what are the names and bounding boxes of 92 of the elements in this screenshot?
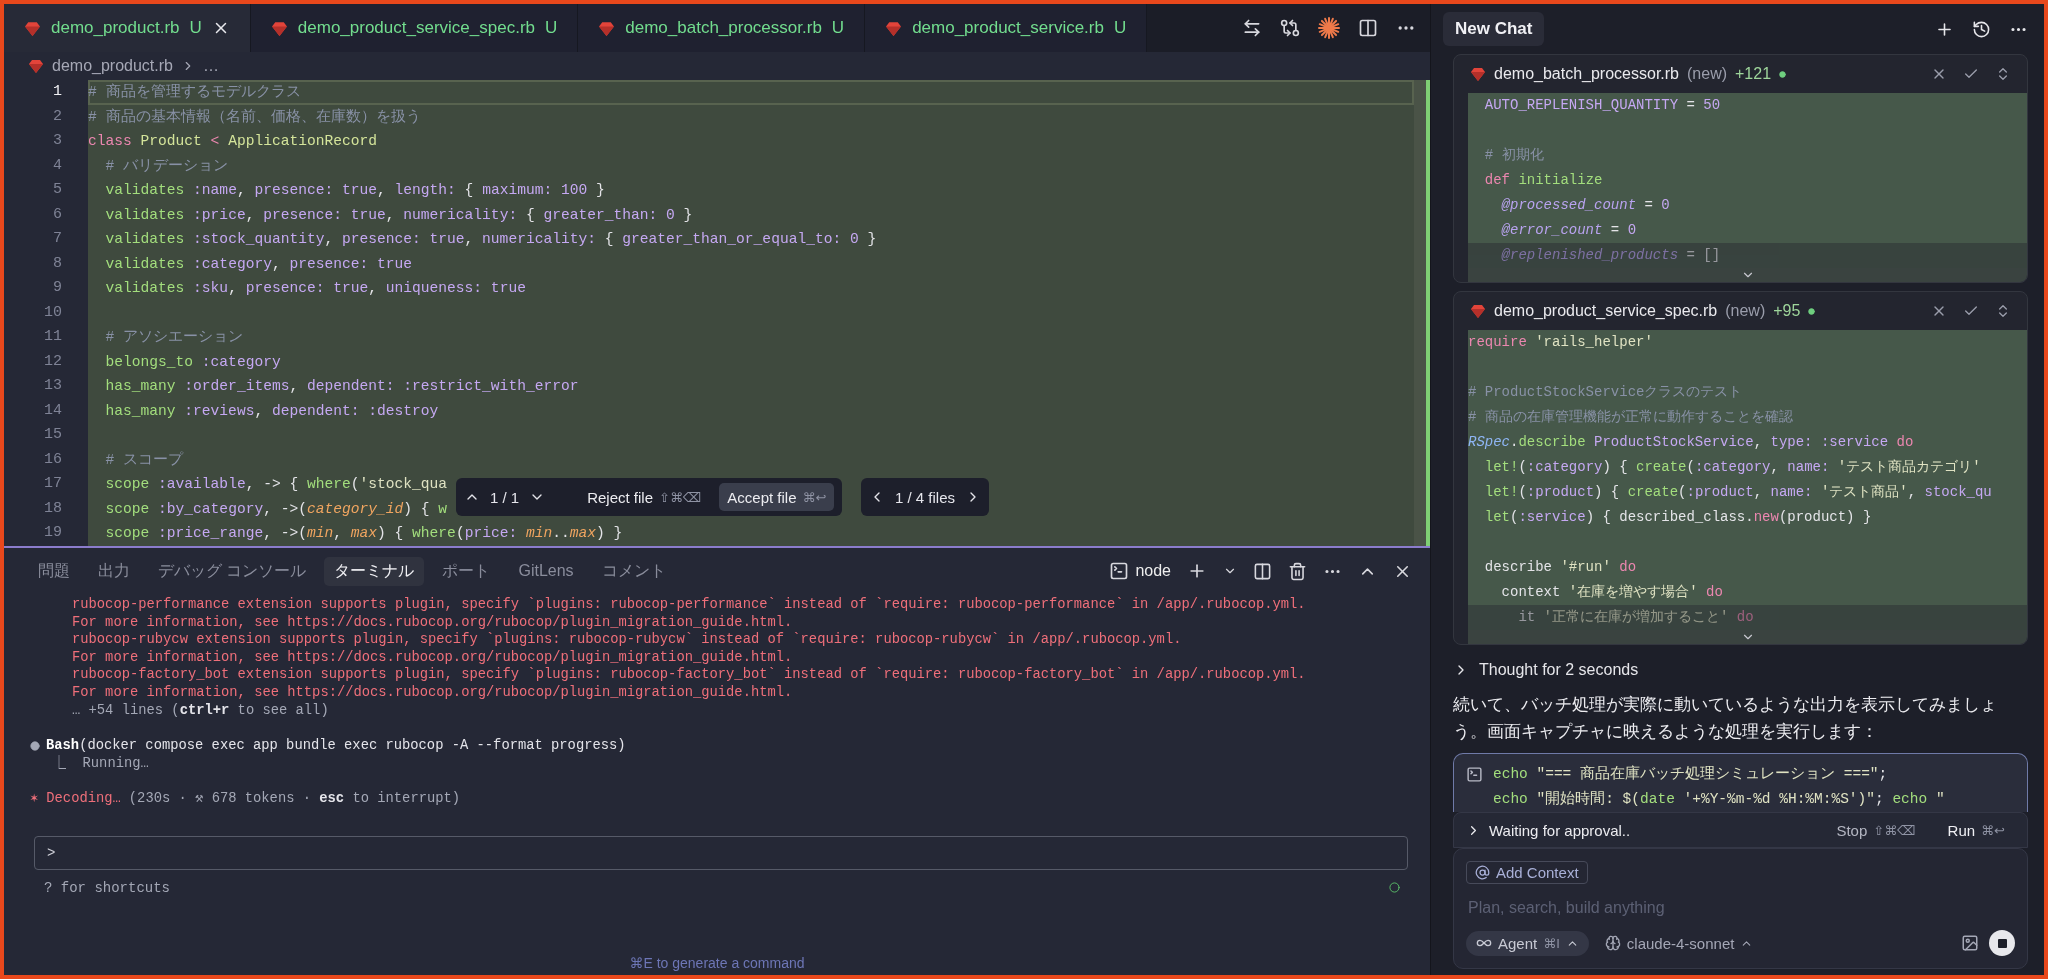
generate-command-hint: ⌘E to generate a command bbox=[629, 955, 805, 973]
command-line: Bash(docker compose exec app bundle exec rubocop -A --format progress) bbox=[46, 737, 626, 755]
line-number: 7 bbox=[52, 229, 63, 249]
line-number: 5 bbox=[52, 180, 63, 200]
bullet-icon bbox=[30, 740, 40, 751]
accept-file-button[interactable]: Accept file ⌘↩ bbox=[719, 483, 835, 511]
panel-tab[interactable]: 問題 bbox=[28, 556, 80, 586]
run-button[interactable]: Run ⌘↩ bbox=[1941, 820, 2011, 840]
line-number: 4 bbox=[52, 155, 63, 176]
progress-line: ⎿ Running… bbox=[52, 754, 150, 773]
brain-icon bbox=[1604, 935, 1621, 951]
dot-icon bbox=[1779, 70, 1787, 78]
gem-icon bbox=[1470, 303, 1486, 319]
command-line: echo "=== 商品在庫バッチ処理シミュレーション ==="; bbox=[1493, 764, 1889, 784]
additions-count: +121 bbox=[1735, 65, 1772, 83]
spinner-glyph: ✶ bbox=[30, 790, 39, 808]
line-number: 2 bbox=[52, 106, 63, 127]
approval-status: Waiting for approval.. bbox=[1489, 821, 1631, 839]
line-number: 8 bbox=[52, 253, 63, 274]
additions-count: +95 bbox=[1773, 302, 1801, 320]
gem-icon bbox=[24, 19, 41, 37]
history-icon[interactable] bbox=[1972, 19, 1991, 39]
gem-icon bbox=[1470, 66, 1486, 82]
command-line: echo "開始時間: $(date '+%Y-%m-%d %H:%M:%S')"; echo " bbox=[1493, 789, 1945, 809]
editor-tab[interactable]: demo_product.rb U bbox=[4, 4, 251, 52]
line-number: 3 bbox=[52, 131, 63, 151]
panel-tab[interactable]: 出力 bbox=[88, 556, 140, 586]
status-label: Decoding… bbox=[46, 790, 121, 808]
panel-tab[interactable]: ターミナル bbox=[324, 556, 425, 586]
line-number: 1 bbox=[52, 82, 63, 102]
image-icon[interactable] bbox=[1961, 934, 1979, 952]
line-number: 14 bbox=[43, 400, 63, 421]
assistant-message: 続いて、バッチ処理が実際に動いているような出力を表示してみましょう。画面キャプチャに映えるような処理を実行します： bbox=[1453, 694, 1998, 743]
line-number: 16 bbox=[43, 449, 63, 470]
line-number: 15 bbox=[43, 425, 63, 445]
thought-toggle[interactable]: Thought for 2 seconds bbox=[1479, 661, 1639, 679]
terminal-error-line: For more information, see https://docs.rubocop.org/rubocop/plugin_migration_guide.html. bbox=[72, 613, 794, 632]
panel-tab[interactable]: GitLens bbox=[508, 558, 584, 584]
gem-icon bbox=[598, 19, 616, 37]
terminal-error-line: For more information, see https://docs.rubocop.org/rubocop/plugin_migration_guide.html. bbox=[72, 683, 794, 702]
terminal-error-line: rubocop-factory_bot extension supports plugin, specify `plugins: rubocop-factory_bot` instead of `require: rubocop-factory_bot` in /app/.rubocop.yml. bbox=[72, 666, 1307, 684]
dot-icon bbox=[1808, 307, 1816, 315]
panel-tab[interactable]: コメント bbox=[591, 556, 676, 586]
terminal-error-line: rubocop-performance extension supports plugin, specify `plugins: rubocop-performance` instead of `require: rubocop-performance` in /app/.rubocop.yml. bbox=[72, 596, 1307, 614]
file-name[interactable]: demo_batch_processor.rb bbox=[1494, 65, 1679, 83]
sparkle-icon[interactable] bbox=[1318, 17, 1340, 39]
editor-tab[interactable]: demo_product_service.rb U bbox=[865, 4, 1148, 52]
scrollbar[interactable] bbox=[1414, 80, 1430, 546]
split-terminal-icon[interactable] bbox=[1253, 561, 1272, 581]
compare-icon[interactable] bbox=[1280, 18, 1300, 38]
trash-icon[interactable] bbox=[1288, 561, 1307, 581]
gem-icon bbox=[28, 58, 44, 74]
file-status: (new) bbox=[1725, 302, 1766, 320]
line-number: 18 bbox=[43, 498, 63, 519]
gem-icon bbox=[885, 19, 903, 37]
swap-arrows-icon[interactable] bbox=[1242, 18, 1262, 38]
circle-icon bbox=[1389, 882, 1400, 894]
split-editor-icon[interactable] bbox=[1358, 18, 1378, 38]
shell-name[interactable]: node bbox=[1135, 562, 1171, 580]
terminal-input-field[interactable]: > bbox=[34, 835, 1408, 870]
gem-icon bbox=[270, 19, 288, 37]
at-sign-icon bbox=[1475, 865, 1490, 880]
stop-generation-button[interactable] bbox=[1989, 930, 2015, 956]
chat-tab[interactable]: New Chat bbox=[1443, 12, 1545, 46]
line-number: 11 bbox=[43, 327, 63, 347]
shortcuts-hint: ? for shortcuts bbox=[44, 879, 171, 896]
panel-tab[interactable]: ポート bbox=[432, 556, 501, 586]
model-selector[interactable]: claude-4-sonnet bbox=[1598, 933, 1760, 953]
line-number: 6 bbox=[52, 204, 63, 225]
terminal-icon[interactable] bbox=[1109, 561, 1130, 581]
status-detail: (230s · ⚒ 678 tokens · esc to interrupt) bbox=[128, 790, 461, 808]
line-number: 13 bbox=[43, 376, 63, 396]
line-number: 12 bbox=[43, 351, 63, 372]
terminal-icon bbox=[1466, 766, 1483, 783]
line-number: 10 bbox=[43, 302, 63, 323]
breadcrumb-trail[interactable]: … bbox=[202, 57, 219, 75]
terminal-error-line: rubocop-rubycw extension supports plugin, specify `plugins: rubocop-rubycw` instead of `require: rubocop-rubycw` in /app/.rubocop.yml. bbox=[72, 631, 1183, 649]
stop-button[interactable]: Stop ⇧⌘⌫ bbox=[1830, 820, 1922, 840]
mode-selector[interactable]: Agent ⌘I bbox=[1466, 930, 1589, 956]
terminal-line: … +54 lines (ctrl+r to see all) bbox=[72, 701, 330, 720]
line-number: 17 bbox=[43, 474, 63, 494]
breadcrumb-file[interactable]: demo_product.rb bbox=[52, 57, 173, 75]
prompt-field[interactable]: Plan, search, build anything bbox=[1466, 898, 2015, 918]
file-name[interactable]: demo_product_service_spec.rb bbox=[1494, 302, 1718, 320]
line-number: 19 bbox=[43, 523, 63, 543]
line-number: 9 bbox=[52, 278, 63, 298]
panel-tab[interactable]: デバッグ コンソール bbox=[148, 556, 317, 586]
file-status: (new) bbox=[1687, 65, 1727, 83]
editor-tab[interactable]: demo_batch_processor.rb U bbox=[578, 4, 866, 52]
add-context-button[interactable]: Add Context bbox=[1466, 861, 1588, 884]
editor-tab[interactable]: demo_product_service_spec.rb U bbox=[250, 4, 579, 52]
terminal-error-line: For more information, see https://docs.rubocop.org/rubocop/plugin_migration_guide.html. bbox=[72, 648, 794, 667]
